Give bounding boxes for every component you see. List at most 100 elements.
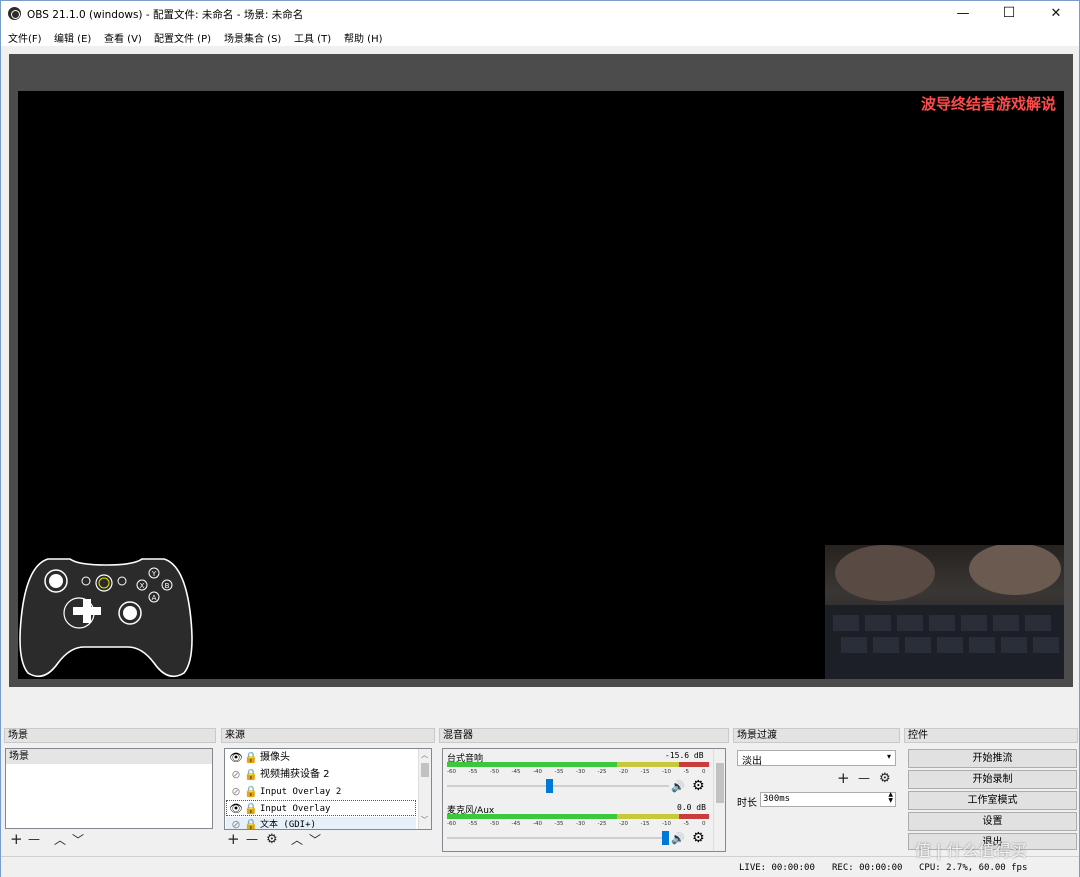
source-item-camera[interactable]: 👁 🔒 摄像头: [226, 750, 416, 766]
start-streaming-button[interactable]: 开始推流: [908, 749, 1077, 768]
menu-file[interactable]: 文件(F): [8, 30, 42, 45]
close-button[interactable]: ✕: [1033, 1, 1079, 26]
meter-tick-label: -55: [468, 821, 478, 827]
meter-tick-label: -25: [597, 821, 607, 827]
mixer-settings-gear-icon[interactable]: ⚙: [692, 830, 705, 846]
lock-icon[interactable]: 🔒: [244, 801, 258, 817]
transition-properties-gear-icon[interactable]: ⚙: [879, 771, 891, 786]
volume-meter: [447, 814, 709, 819]
meter-tick-label: -20: [619, 821, 628, 827]
live-status: LIVE: 00:00:00: [739, 863, 815, 873]
svg-text:A: A: [152, 594, 157, 602]
duration-label: 时长: [737, 798, 757, 809]
eye-icon[interactable]: 👁: [229, 801, 243, 817]
maximize-button[interactable]: ☐: [986, 1, 1032, 26]
lock-icon[interactable]: 🔒: [244, 767, 258, 783]
transition-select[interactable]: 淡出 ▾: [737, 750, 896, 767]
meter-tick-label: -60: [447, 769, 456, 775]
mixer-channel-level: -15.6 dB: [665, 751, 704, 760]
meter-tick-label: 0: [702, 769, 706, 775]
lock-icon[interactable]: 🔒: [244, 817, 258, 829]
title-bar: OBS 21.1.0 (windows) - 配置文件: 未命名 - 场景: 未…: [1, 1, 1079, 26]
sources-header: 来源: [221, 728, 435, 743]
watermark: 值 | 什么值得买: [915, 841, 1027, 860]
source-properties-gear-icon[interactable]: ⚙: [266, 832, 278, 847]
add-transition-button[interactable]: +: [837, 771, 850, 786]
volume-slider-handle[interactable]: [662, 831, 669, 845]
meter-tick-label: 0: [702, 821, 706, 827]
sources-scrollbar[interactable]: ︿ ﹀: [418, 749, 431, 829]
settings-button[interactable]: 设置: [908, 812, 1077, 831]
volume-meter: [447, 762, 709, 767]
eye-hidden-icon[interactable]: ⊘: [229, 817, 243, 829]
gamepad-overlay-icon[interactable]: Y X B A: [18, 551, 194, 679]
remove-scene-button[interactable]: —: [28, 832, 40, 847]
menu-help[interactable]: 帮助 (H): [344, 30, 383, 45]
menu-tools[interactable]: 工具 (T): [294, 30, 331, 45]
preview-canvas[interactable]: 波导终结者游戏解说 Y X B A: [18, 91, 1064, 679]
eye-icon[interactable]: 👁: [229, 750, 243, 766]
obs-logo-icon: [8, 7, 21, 20]
webcam-source[interactable]: [825, 545, 1064, 679]
volume-slider-handle[interactable]: [545, 779, 553, 793]
source-item-input-overlay-2[interactable]: ⊘ 🔒 Input Overlay 2: [226, 784, 416, 800]
scenes-list[interactable]: 场景: [5, 748, 213, 829]
start-recording-button[interactable]: 开始录制: [908, 770, 1077, 789]
meter-tick-label: -45: [511, 821, 521, 827]
mute-speaker-icon[interactable]: 🔊: [671, 832, 685, 845]
meter-tick-label: -30: [576, 769, 585, 775]
mixer-header: 混音器: [439, 728, 729, 743]
lock-icon[interactable]: 🔒: [244, 750, 258, 766]
source-item-text-gdi[interactable]: ⊘ 🔒 文本 (GDI+): [226, 817, 416, 829]
svg-text:Y: Y: [151, 570, 157, 578]
move-scene-down-button[interactable]: ﹀: [72, 833, 84, 848]
move-source-down-button[interactable]: ﹀: [309, 833, 321, 848]
source-item-capture-device-2[interactable]: ⊘ 🔒 视频捕获设备 2: [226, 767, 416, 783]
menu-bar: 文件(F) 编辑 (E) 查看 (V) 配置文件 (P) 场景集合 (S) 工具…: [1, 26, 1079, 46]
menu-view[interactable]: 查看 (V): [104, 30, 142, 45]
meter-tick-label: -40: [533, 821, 542, 827]
meter-tick-label: -35: [554, 821, 564, 827]
eye-hidden-icon[interactable]: ⊘: [229, 767, 243, 783]
volume-slider-track[interactable]: [447, 785, 669, 787]
meter-tick-label: -35: [554, 769, 564, 775]
move-scene-up-button[interactable]: ︿: [54, 833, 66, 848]
add-source-button[interactable]: +: [227, 832, 240, 847]
svg-text:B: B: [165, 582, 170, 590]
menu-scene-collection[interactable]: 场景集合 (S): [224, 30, 281, 45]
lock-icon[interactable]: 🔒: [244, 784, 258, 800]
mixer-scrollbar[interactable]: [713, 749, 725, 851]
meter-tick-label: -60: [447, 821, 456, 827]
move-source-up-button[interactable]: ︿: [291, 833, 303, 848]
mixer-settings-gear-icon[interactable]: ⚙: [692, 778, 705, 794]
remove-transition-button[interactable]: —: [858, 771, 870, 786]
eye-hidden-icon[interactable]: ⊘: [229, 784, 243, 800]
mute-speaker-icon[interactable]: 🔊: [671, 780, 685, 793]
minimize-button[interactable]: —: [940, 1, 986, 26]
meter-tick-label: -40: [533, 769, 542, 775]
scene-item[interactable]: 场景: [6, 749, 212, 764]
volume-slider-track[interactable]: [447, 837, 669, 839]
remove-source-button[interactable]: —: [246, 832, 258, 847]
source-item-input-overlay[interactable]: 👁 🔒 Input Overlay: [226, 800, 416, 816]
chevron-down-icon: ▾: [886, 752, 891, 761]
controls-dock: 控件 开始推流 开始录制 工作室模式 设置 退出: [904, 728, 1078, 853]
meter-tick-label: -5: [683, 821, 689, 827]
sources-list[interactable]: 👁 🔒 摄像头 ⊘ 🔒 视频捕获设备 2 ⊘ 🔒 Input Overlay 2…: [224, 748, 432, 830]
obs-window: OBS 21.1.0 (windows) - 配置文件: 未命名 - 场景: 未…: [0, 0, 1080, 877]
studio-mode-button[interactable]: 工作室模式: [908, 791, 1077, 810]
meter-tick-label: -50: [490, 821, 499, 827]
duration-spinbox[interactable]: 300ms ▲ ▼: [760, 792, 896, 807]
menu-profile[interactable]: 配置文件 (P): [154, 30, 211, 45]
meter-tick-label: -50: [490, 769, 499, 775]
meter-ticks: -60 -55 -50 -45 -40 -35 -30 -25 -20 -15 -10 -5 0: [447, 769, 709, 777]
mixer-dock: 混音器 台式音响 -15.6 dB -60 -55 -50 -45 -40 -35 -30-…: [439, 728, 729, 853]
meter-ticks: -60 -55 -50 -45 -40 -35 -30 -25 -20 -15 -10 -5 0: [447, 821, 709, 829]
spin-arrows-icon[interactable]: ▲ ▼: [888, 792, 893, 804]
meter-tick-label: -55: [468, 769, 478, 775]
mixer-panel: 台式音响 -15.6 dB -60 -55 -50 -45 -40 -35 -30 -25 -2…: [442, 748, 726, 852]
mixer-channel-level: 0.0 dB: [677, 803, 706, 812]
add-scene-button[interactable]: +: [10, 832, 23, 847]
overlay-text-source[interactable]: 波导终结者游戏解说: [921, 93, 1056, 114]
menu-edit[interactable]: 编辑 (E): [54, 30, 91, 45]
